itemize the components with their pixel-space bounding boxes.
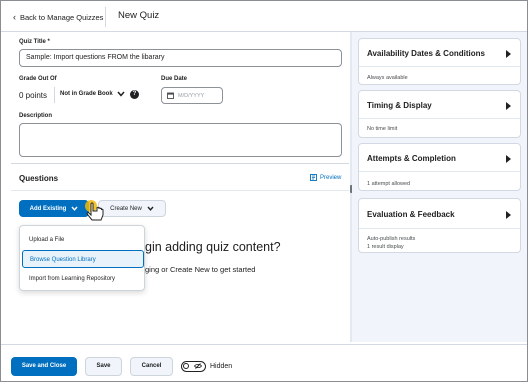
grade-divider xyxy=(54,87,55,103)
preview-icon xyxy=(310,174,317,181)
chevron-left-icon: ‹ xyxy=(13,11,16,22)
quiz-title-label: Quiz Title * xyxy=(19,39,50,45)
card-evaluation-summary-1: Auto-publish results xyxy=(367,236,416,242)
caret-right-icon xyxy=(506,102,511,110)
menu-item-browse-question-library[interactable]: Browse Question Library xyxy=(22,250,144,268)
card-attempts-summary: 1 attempt allowed xyxy=(367,181,411,187)
page-title: New Quiz xyxy=(118,10,160,21)
caret-right-icon xyxy=(506,50,511,58)
questions-header xyxy=(11,164,349,190)
card-evaluation-title: Evaluation & Feedback xyxy=(367,210,455,219)
cancel-button[interactable]: Cancel xyxy=(130,357,173,376)
back-to-manage-quizzes-link[interactable]: ‹ Back to Manage Quizzes xyxy=(13,11,103,23)
preview-label: Preview xyxy=(320,174,342,181)
due-date-input[interactable]: M/D/YYYY xyxy=(161,87,223,104)
visibility-toggle[interactable] xyxy=(181,361,206,372)
description-label: Description xyxy=(19,113,53,119)
card-evaluation[interactable]: Evaluation & Feedback Auto-publish resul… xyxy=(358,198,521,253)
toggle-knob xyxy=(183,363,189,369)
card-timing-title: Timing & Display xyxy=(367,101,432,110)
gradebook-select-label: Not in Grade Book xyxy=(60,91,113,97)
header-divider xyxy=(105,7,106,27)
card-attempts-title: Attempts & Completion xyxy=(367,154,456,163)
add-existing-button[interactable]: Add Existing xyxy=(19,200,89,217)
chevron-down-icon xyxy=(71,206,78,211)
due-date-placeholder: M/D/YYYY xyxy=(178,92,205,99)
empty-state-heading: gin adding quiz content? xyxy=(145,240,281,254)
add-existing-label: Add Existing xyxy=(29,205,67,212)
caret-right-icon xyxy=(506,211,511,219)
card-availability[interactable]: Availability Dates & Conditions Always a… xyxy=(358,38,521,85)
header-bar: ‹ Back to Manage Quizzes New Quiz xyxy=(1,1,527,32)
card-availability-summary: Always available xyxy=(367,75,408,81)
save-and-close-button[interactable]: Save and Close xyxy=(11,357,77,376)
hand-pointer-icon xyxy=(85,200,104,221)
calendar-icon xyxy=(167,92,174,99)
gradebook-select[interactable]: Not in Grade Book xyxy=(60,91,125,97)
eye-slash-icon xyxy=(194,363,202,369)
caret-right-icon xyxy=(506,155,511,163)
description-textarea[interactable] xyxy=(19,123,342,157)
card-divider xyxy=(359,171,520,172)
preview-link[interactable]: Preview xyxy=(310,174,341,181)
chevron-down-icon xyxy=(147,206,154,211)
card-divider xyxy=(359,66,520,67)
menu-item-upload-file[interactable]: Upload a File xyxy=(20,231,146,249)
settings-sidebar: Availability Dates & Conditions Always a… xyxy=(352,32,527,342)
card-evaluation-summary-2: 1 result display xyxy=(367,244,404,250)
add-existing-menu: Upload a File Browse Question Library Im… xyxy=(19,225,145,291)
questions-title: Questions xyxy=(19,174,59,183)
card-divider xyxy=(359,228,520,229)
menu-item-import-learning-repository[interactable]: Import from Learning Repository xyxy=(20,270,146,288)
visibility-label: Hidden xyxy=(210,363,233,370)
questions-subdivider xyxy=(11,190,349,191)
help-icon[interactable]: ? xyxy=(130,90,139,99)
due-date-label: Due Date xyxy=(161,76,188,82)
empty-state-subtext: ging or Create New to get started xyxy=(145,265,256,274)
create-new-label: Create New xyxy=(110,205,142,212)
back-link-label: Back to Manage Quizzes xyxy=(20,12,104,22)
card-availability-title: Availability Dates & Conditions xyxy=(367,49,485,58)
card-timing-summary: No time limit xyxy=(367,126,398,132)
save-button[interactable]: Save xyxy=(85,357,122,376)
quiz-form: Quiz Title * Sample: Import questions FR… xyxy=(11,32,349,342)
grade-points-value[interactable]: 0 points xyxy=(19,91,47,100)
footer-bar: Save and Close Save Cancel Hidden xyxy=(1,344,527,381)
card-timing[interactable]: Timing & Display No time limit xyxy=(358,90,521,138)
quiz-title-input[interactable]: Sample: Import questions FROM the libara… xyxy=(19,49,342,67)
card-divider xyxy=(359,118,520,119)
chevron-down-icon xyxy=(117,91,125,97)
app-window: ‹ Back to Manage Quizzes New Quiz Quiz T… xyxy=(0,0,528,382)
grade-out-of-label: Grade Out Of xyxy=(19,76,57,82)
card-attempts[interactable]: Attempts & Completion 1 attempt allowed xyxy=(358,143,521,191)
